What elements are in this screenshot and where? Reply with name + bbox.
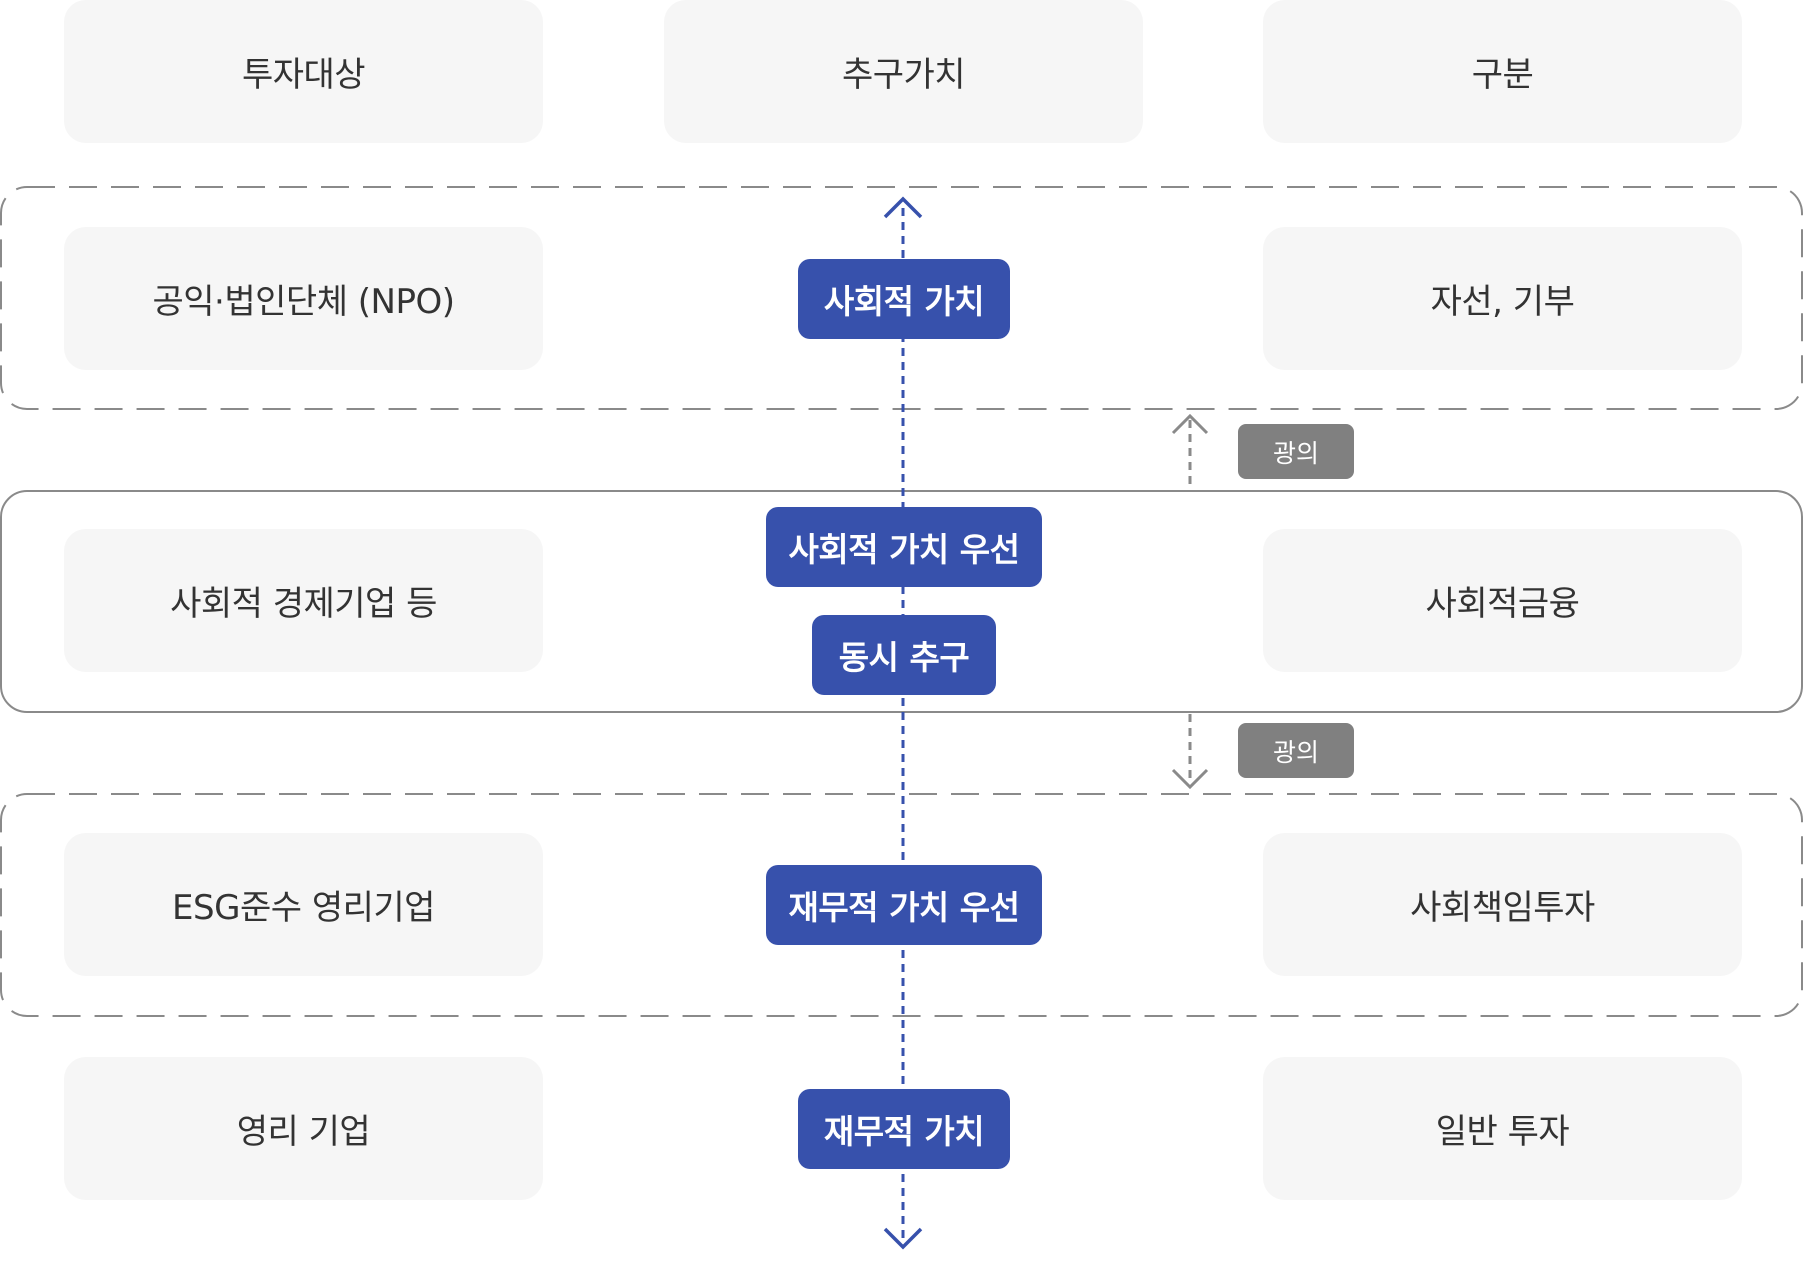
header-investment-target: 투자대상 (64, 0, 543, 143)
category-sri: 사회책임투자 (1263, 833, 1742, 976)
value-simultaneous-pill: 동시 추구 (812, 615, 996, 695)
category-charity: 자선, 기부 (1263, 227, 1742, 370)
header-category-label: 구분 (1471, 55, 1534, 95)
diagram-stage: 투자대상 추구가치 구분 공익·법인단체 (NPO) 사회적 가치 자선, 기부… (0, 0, 1806, 1263)
value-social-priority-pill: 사회적 가치 우선 (766, 507, 1042, 587)
value-simultaneous-label: 동시 추구 (838, 638, 970, 677)
value-financial-priority-pill: 재무적 가치 우선 (766, 865, 1042, 945)
header-pursued-value: 추구가치 (664, 0, 1143, 143)
target-npo: 공익·법인단체 (NPO) (64, 227, 543, 370)
value-social-priority-label: 사회적 가치 우선 (788, 530, 1021, 569)
target-for-profit: 영리 기업 (64, 1057, 543, 1200)
category-sri-label: 사회책임투자 (1410, 888, 1595, 928)
broad-tag-upper-label: 광의 (1272, 438, 1319, 468)
target-social-economy-label: 사회적 경제기업 등 (170, 584, 437, 624)
category-general-investment-label: 일반 투자 (1435, 1112, 1570, 1152)
value-financial-label: 재무적 가치 (823, 1112, 985, 1151)
category-charity-label: 자선, 기부 (1430, 282, 1575, 322)
category-general-investment: 일반 투자 (1263, 1057, 1742, 1200)
target-for-profit-label: 영리 기업 (236, 1112, 371, 1152)
target-social-economy: 사회적 경제기업 등 (64, 529, 543, 672)
header-investment-target-label: 투자대상 (241, 55, 366, 95)
category-social-finance: 사회적금융 (1263, 529, 1742, 672)
header-category: 구분 (1263, 0, 1742, 143)
value-social-label: 사회적 가치 (823, 282, 985, 321)
target-esg-company-label: ESG준수 영리기업 (172, 888, 435, 928)
broad-tag-lower: 광의 (1238, 723, 1354, 778)
value-financial-priority-label: 재무적 가치 우선 (788, 888, 1021, 927)
value-financial-pill: 재무적 가치 (798, 1089, 1010, 1169)
header-pursued-value-label: 추구가치 (841, 55, 966, 95)
broad-tag-upper: 광의 (1238, 424, 1354, 479)
category-social-finance-label: 사회적금융 (1425, 584, 1580, 624)
value-social-pill: 사회적 가치 (798, 259, 1010, 339)
broad-tag-lower-label: 광의 (1272, 737, 1319, 767)
target-npo-label: 공익·법인단체 (NPO) (152, 282, 455, 322)
target-esg-company: ESG준수 영리기업 (64, 833, 543, 976)
